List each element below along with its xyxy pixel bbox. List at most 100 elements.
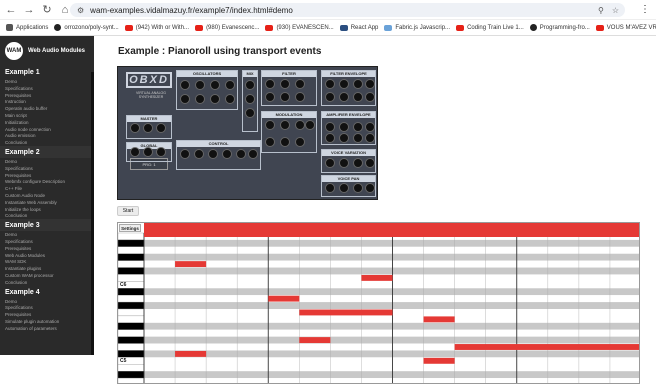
sidebar-item[interactable]: Conclusion (0, 279, 94, 286)
sidebar-item[interactable]: Custom WAM processor (0, 272, 94, 279)
roll-row[interactable] (144, 364, 640, 372)
roll-row[interactable] (144, 260, 640, 268)
bookmark-item[interactable]: VOUS M'AVEZ VR... (595, 24, 656, 31)
roll-row[interactable] (144, 239, 640, 247)
zoom-icon[interactable]: ⚲ (598, 6, 604, 15)
piano-key[interactable] (118, 253, 145, 261)
note[interactable] (144, 223, 640, 237)
synth-knob[interactable] (280, 92, 290, 102)
sidebar-item[interactable]: Initialization (0, 119, 94, 126)
browser-menu-icon[interactable]: ⋮ (640, 4, 652, 16)
sidebar-item[interactable]: Operatin audio buffer (0, 105, 94, 112)
bookmark-item[interactable]: (930) EVANESCEN... (265, 24, 334, 31)
site-info-icon[interactable]: ⚙ (77, 6, 84, 15)
piano-key[interactable] (118, 308, 145, 317)
note[interactable] (423, 316, 455, 323)
bookmark-item[interactable]: (942) With or With... (124, 24, 189, 31)
synth-knob[interactable] (295, 79, 305, 89)
sidebar-item[interactable]: Demo (0, 158, 94, 165)
piano-key[interactable] (118, 336, 145, 344)
roll-row[interactable] (144, 315, 640, 323)
synth-knob[interactable] (339, 92, 349, 102)
synth-knob[interactable] (143, 123, 153, 133)
synth-knob[interactable] (130, 147, 140, 157)
sidebar-item[interactable]: Demo (0, 298, 94, 305)
synth-knob[interactable] (353, 158, 363, 168)
sidebar-item[interactable]: Specifications (0, 165, 94, 172)
sidebar-item[interactable]: WAM SDK (0, 258, 94, 265)
sidebar-item[interactable]: Prerequisites (0, 245, 94, 252)
note[interactable] (175, 261, 207, 268)
sidebar-item[interactable]: Specifications (0, 85, 94, 92)
synth-knob[interactable] (339, 122, 349, 132)
synth-knob[interactable] (353, 183, 363, 193)
synth-knob[interactable] (339, 79, 349, 89)
synth-knob[interactable] (143, 147, 153, 157)
synth-knob[interactable] (225, 94, 235, 104)
sidebar-item[interactable]: Audio node connection (0, 126, 94, 133)
synth-knob[interactable] (208, 149, 218, 159)
synth-knob[interactable] (156, 123, 166, 133)
sidebar-item[interactable]: Custom Audio Node (0, 192, 94, 199)
sidebar-item[interactable]: Instantiate plugins (0, 265, 94, 272)
synth-knob[interactable] (325, 79, 335, 89)
synth-knob[interactable] (325, 92, 335, 102)
bookmark-item[interactable]: orrozono/poly-synt... (54, 24, 119, 31)
sidebar-item[interactable]: Initialize the loops (0, 206, 94, 213)
synth-knob[interactable] (295, 137, 305, 147)
synth-knob[interactable] (365, 158, 375, 168)
synth-knob[interactable] (245, 80, 255, 90)
roll-row[interactable] (144, 246, 640, 254)
sidebar-item[interactable]: Conclusion (0, 212, 94, 219)
sidebar-item[interactable]: Webmfx configure Description (0, 178, 94, 185)
piano-key[interactable] (118, 246, 145, 254)
synth-knob[interactable] (365, 133, 375, 143)
synth-knob[interactable] (248, 149, 258, 159)
sidebar-item[interactable]: Specifications (0, 238, 94, 245)
roll-row[interactable] (144, 350, 640, 358)
roll-row[interactable] (144, 295, 640, 303)
sidebar-item[interactable]: Specifications (0, 304, 94, 311)
piano-key[interactable] (118, 267, 145, 275)
synth-knob[interactable] (245, 108, 255, 118)
roll-row[interactable] (144, 357, 640, 365)
forward-icon[interactable]: → (22, 3, 36, 17)
synth-knob[interactable] (325, 183, 335, 193)
synth-knob[interactable] (130, 123, 140, 133)
bookmark-item[interactable]: Programming-fro... (529, 24, 590, 31)
sidebar-section-title[interactable]: Example 4 (0, 286, 94, 298)
sidebar-item[interactable]: Instruction (0, 98, 94, 105)
synth-knob[interactable] (194, 149, 204, 159)
roll-row[interactable] (144, 371, 640, 379)
sidebar-brand[interactable]: WAM Web Audio Modules (0, 36, 94, 66)
sidebar-item[interactable]: Demo (0, 231, 94, 238)
synth-knob[interactable] (339, 158, 349, 168)
piano-roll-grid[interactable] (118, 223, 640, 384)
sidebar-item[interactable]: Web Audio Modules (0, 252, 94, 259)
synth-knob[interactable] (265, 137, 275, 147)
roll-row[interactable] (144, 329, 640, 337)
bookmark-item[interactable]: Applications (6, 24, 48, 31)
synth-knob[interactable] (280, 137, 290, 147)
piano-key[interactable] (118, 288, 145, 296)
synth-knob[interactable] (353, 79, 363, 89)
piano-key[interactable] (118, 343, 145, 351)
sidebar-item[interactable]: Prerequisites (0, 92, 94, 99)
note[interactable] (454, 344, 640, 350)
roll-row[interactable] (144, 253, 640, 261)
synth-knob[interactable] (339, 133, 349, 143)
synth-knob[interactable] (236, 149, 246, 159)
sidebar-item[interactable]: Simulate plugin automation (0, 318, 94, 325)
synth-knob[interactable] (210, 94, 220, 104)
note[interactable] (423, 357, 455, 364)
note[interactable] (361, 274, 393, 281)
synth-knob[interactable] (353, 133, 363, 143)
sidebar-item[interactable]: Demo (0, 78, 94, 85)
sidebar-section-title[interactable]: Example 2 (0, 145, 94, 158)
reload-icon[interactable]: ↻ (40, 3, 54, 17)
piano-key[interactable] (118, 364, 145, 372)
sidebar-item[interactable]: Prerequisites (0, 172, 94, 179)
synth-knob[interactable] (325, 158, 335, 168)
sidebar-item[interactable]: Automation of parameters (0, 325, 94, 332)
note[interactable] (299, 337, 331, 344)
